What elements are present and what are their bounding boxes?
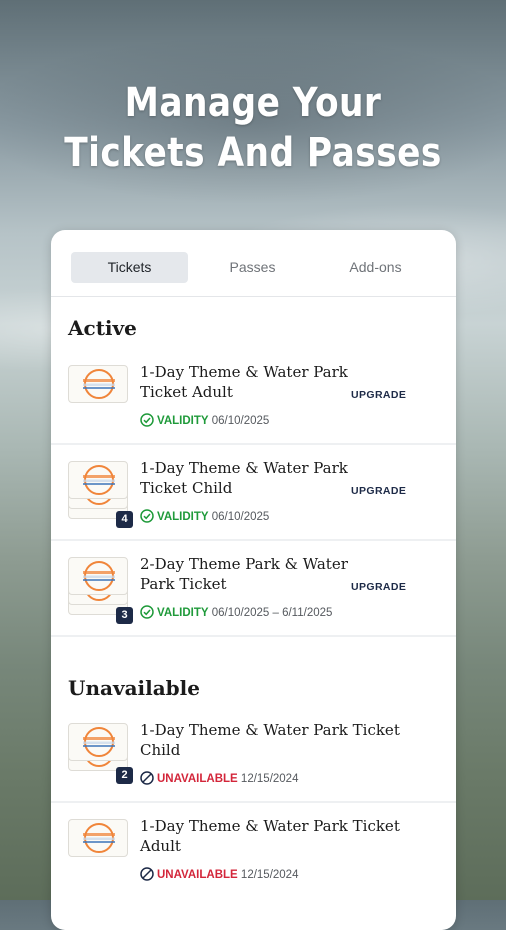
tab-add-ons[interactable]: Add-ons [317, 252, 434, 283]
ticket-row[interactable]: 3 2-Day Theme Park & Water Park Ticket VA… [51, 539, 456, 637]
unavailable-date: 12/15/2024 [240, 773, 299, 785]
ticket-validity: VALIDITY 06/10/2025 [140, 509, 269, 525]
check-circle-icon [140, 413, 154, 432]
ticket-row[interactable]: 2 1-Day Theme & Water Park Ticket Child U… [51, 705, 456, 803]
tab-passes[interactable]: Passes [194, 252, 311, 283]
upgrade-button[interactable]: UPGRADE [351, 485, 406, 497]
ticket-count-badge: 3 [116, 607, 133, 624]
unavailable-date: 12/15/2024 [240, 869, 299, 881]
validity-date: 06/10/2025 [211, 415, 270, 427]
unavailable-label: UNAVAILABLE [157, 773, 238, 785]
ticket-thumbnail [68, 819, 130, 891]
ticket-row[interactable]: 1-Day Theme & Water Park Ticket Adult UNA… [51, 801, 456, 897]
ticket-unavailable: UNAVAILABLE 12/15/2024 [140, 771, 298, 787]
ban-circle-icon [140, 771, 154, 790]
section-heading-active: Active [68, 316, 137, 340]
check-circle-icon [140, 605, 154, 624]
ticket-title: 1-Day Theme & Water Park Ticket Adult [140, 363, 348, 401]
promo-headline: Manage Your Tickets And Passes [35, 78, 470, 178]
ticket-title: 1-Day Theme & Water Park Ticket Child [140, 459, 348, 497]
ban-circle-icon [140, 867, 154, 886]
section-heading-unavailable: Unavailable [68, 676, 200, 700]
validity-label: VALIDITY [157, 607, 209, 619]
ticket-row[interactable]: 4 1-Day Theme & Water Park Ticket Child V… [51, 443, 456, 541]
ticket-thumbnail-stack: 2 [68, 723, 133, 795]
ticket-title: 2-Day Theme Park & Water Park Ticket [140, 555, 348, 593]
validity-label: VALIDITY [157, 511, 209, 523]
validity-date: 06/10/2025 – 6/11/2025 [211, 607, 333, 619]
ticket-title: 1-Day Theme & Water Park Ticket Adult [140, 817, 400, 855]
ticket-count-badge: 4 [116, 511, 133, 528]
ticket-thumbnail [68, 365, 130, 437]
validity-date: 06/10/2025 [211, 511, 270, 523]
tickets-card: Tickets Passes Add-ons Active 1-Day Them… [51, 230, 456, 930]
ticket-unavailable: UNAVAILABLE 12/15/2024 [140, 867, 298, 883]
unavailable-label: UNAVAILABLE [157, 869, 238, 881]
ticket-thumbnail-stack: 4 [68, 461, 133, 533]
ticket-validity: VALIDITY 06/10/2025 [140, 413, 269, 429]
ticket-row[interactable]: 1-Day Theme & Water Park Ticket Adult VAL… [51, 347, 456, 445]
check-circle-icon [140, 509, 154, 528]
upgrade-button[interactable]: UPGRADE [351, 581, 406, 593]
headline-line-1: Manage Your [124, 80, 382, 126]
ticket-title: 1-Day Theme & Water Park Ticket Child [140, 721, 400, 759]
ticket-thumbnail-stack: 3 [68, 557, 133, 629]
tab-bar: Tickets Passes Add-ons [51, 230, 456, 297]
ticket-validity: VALIDITY 06/10/2025 – 6/11/2025 [140, 605, 332, 621]
upgrade-button[interactable]: UPGRADE [351, 389, 406, 401]
ticket-count-badge: 2 [116, 767, 133, 784]
tab-tickets[interactable]: Tickets [71, 252, 188, 283]
headline-line-2: Tickets And Passes [64, 130, 442, 176]
validity-label: VALIDITY [157, 415, 209, 427]
